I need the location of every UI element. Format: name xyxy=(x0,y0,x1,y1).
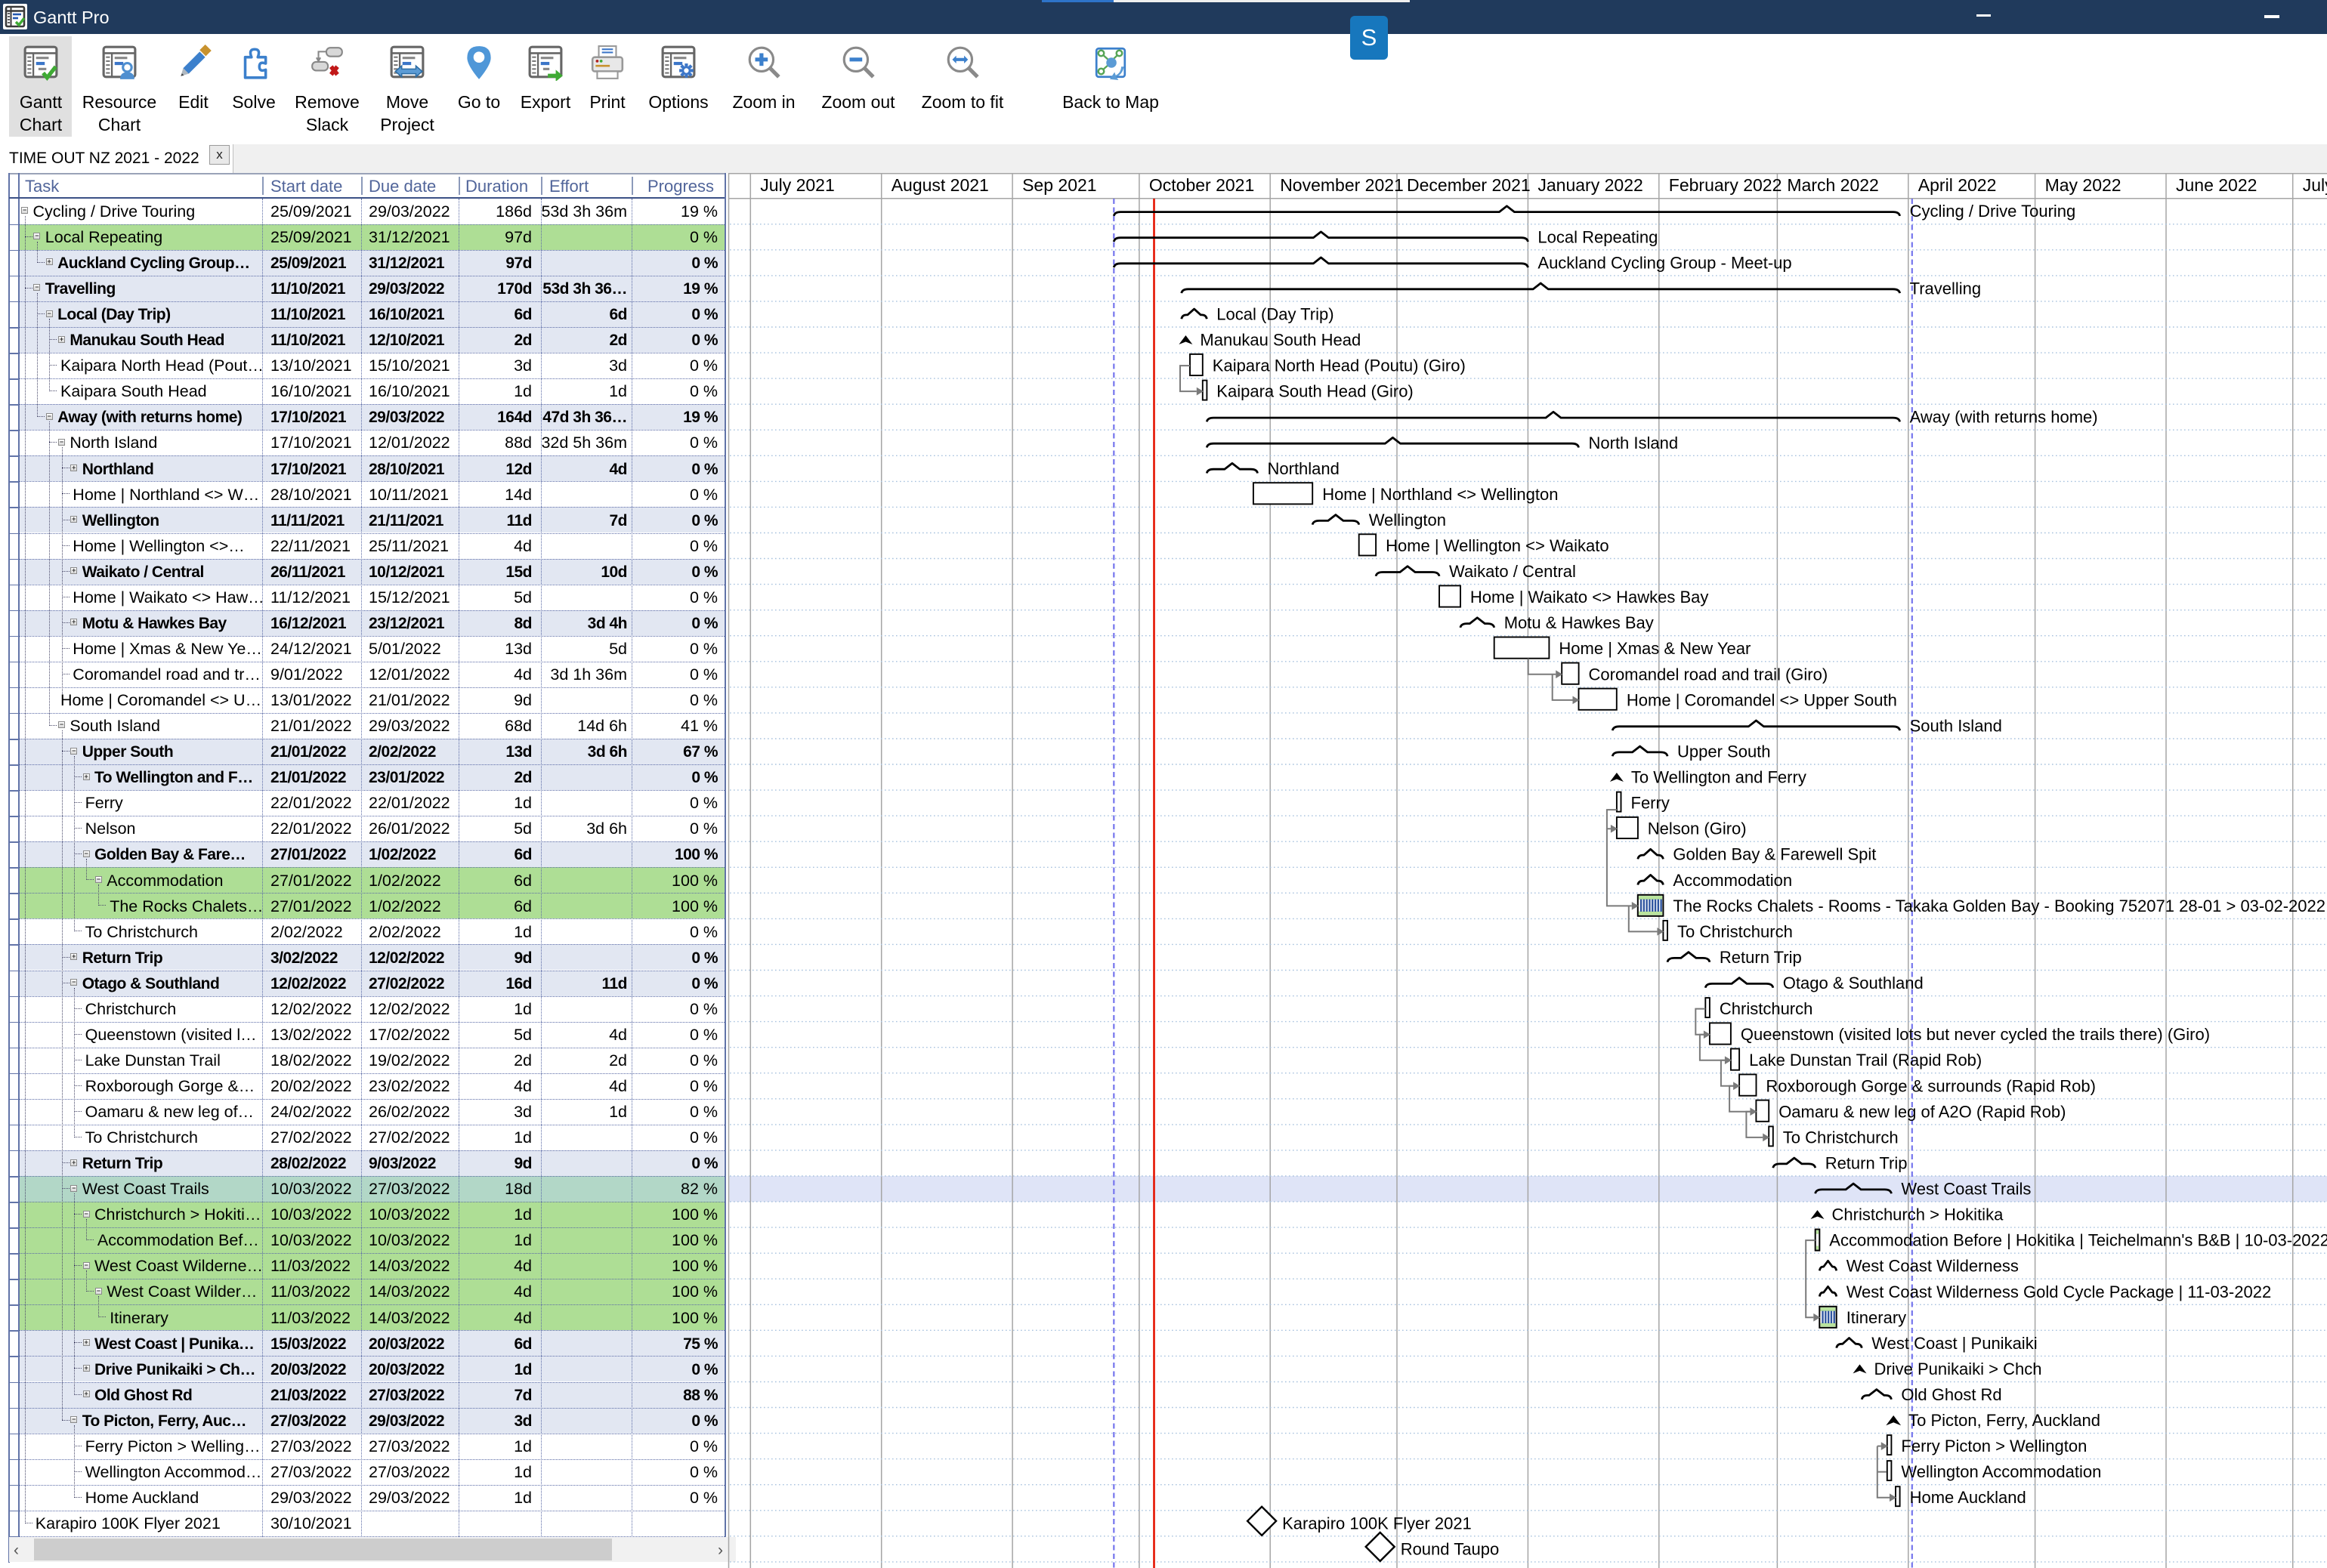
svg-text:Otago & Southland: Otago & Southland xyxy=(1783,974,1924,992)
svg-text:October 2021: October 2021 xyxy=(1149,175,1254,195)
svg-text:Accommodation Before | Hokitik: Accommodation Before | Hokitika | Teiche… xyxy=(1829,1231,2327,1250)
svg-text:Travelling: Travelling xyxy=(1910,279,1982,298)
svg-text:Manukau South Head: Manukau South Head xyxy=(1200,331,1361,350)
svg-text:Home | Northland <> Wellington: Home | Northland <> Wellington xyxy=(1322,485,1558,504)
svg-text:Home | Coromandel <> Upper Sou: Home | Coromandel <> Upper South xyxy=(1627,690,1897,709)
svg-text:Karapiro 100K Flyer 2021: Karapiro 100K Flyer 2021 xyxy=(1282,1514,1472,1533)
svg-text:Christchurch: Christchurch xyxy=(1720,999,1812,1018)
svg-text:West Coast Trails: West Coast Trails xyxy=(1901,1180,2031,1199)
svg-text:To Wellington and Ferry: To Wellington and Ferry xyxy=(1631,768,1806,787)
svg-text:August 2021: August 2021 xyxy=(892,175,989,195)
svg-text:West Coast Wilderness: West Coast Wilderness xyxy=(1846,1257,2019,1276)
svg-text:Ferry: Ferry xyxy=(1631,794,1670,813)
svg-text:Wellington: Wellington xyxy=(1369,511,1446,529)
svg-text:To Picton, Ferry, Auckland: To Picton, Ferry, Auckland xyxy=(1908,1411,2100,1430)
svg-text:Upper South: Upper South xyxy=(1677,742,1771,761)
svg-text:Christchurch > Hokitika: Christchurch > Hokitika xyxy=(1832,1205,2004,1224)
svg-text:July: July xyxy=(2303,175,2327,195)
svg-text:Roxborough Gorge & surrounds (: Roxborough Gorge & surrounds (Rapid Rob) xyxy=(1766,1076,2096,1095)
svg-text:Wellington Accommodation: Wellington Accommodation xyxy=(1901,1462,2101,1481)
svg-text:Round Taupo: Round Taupo xyxy=(1401,1539,1500,1558)
svg-text:Queenstown (visited lots but n: Queenstown (visited lots but never cycle… xyxy=(1741,1025,2210,1044)
svg-text:Home | Waikato <> Hawkes Bay: Home | Waikato <> Hawkes Bay xyxy=(1470,588,1708,607)
svg-text:Return Trip: Return Trip xyxy=(1720,948,1802,967)
svg-text:July 2021: July 2021 xyxy=(760,175,834,195)
svg-text:Coromandel road and trail (Gir: Coromandel road and trail (Giro) xyxy=(1589,665,1828,684)
svg-text:Return Trip: Return Trip xyxy=(1825,1154,1908,1173)
svg-text:Home Auckland: Home Auckland xyxy=(1910,1488,2026,1507)
svg-text:Ferry Picton > Wellington: Ferry Picton > Wellington xyxy=(1901,1437,2087,1455)
svg-text:Old Ghost Rd: Old Ghost Rd xyxy=(1901,1385,2001,1404)
svg-text:Lake Dunstan Trail (Rapid Rob): Lake Dunstan Trail (Rapid Rob) xyxy=(1749,1051,1982,1070)
svg-text:West Coast Wilderness Gold Cyc: West Coast Wilderness Gold Cycle Package… xyxy=(1846,1282,2272,1301)
svg-text:January 2022: January 2022 xyxy=(1537,175,1642,195)
svg-text:Northland: Northland xyxy=(1268,459,1340,478)
svg-text:February 2022: February 2022 xyxy=(1669,175,1782,195)
svg-text:Home | Wellington <> Waikato: Home | Wellington <> Waikato xyxy=(1386,536,1609,555)
svg-text:Sep 2021: Sep 2021 xyxy=(1022,175,1096,195)
svg-text:North Island: North Island xyxy=(1589,434,1679,452)
svg-text:Home | Xmas & New Year: Home | Xmas & New Year xyxy=(1559,639,1751,658)
svg-text:Waikato / Central: Waikato / Central xyxy=(1449,562,1576,581)
svg-text:Nelson (Giro): Nelson (Giro) xyxy=(1648,819,1747,838)
svg-text:Cycling / Drive Touring: Cycling / Drive Touring xyxy=(1910,202,2076,221)
svg-text:Kaipara North Head (Poutu) (Gi: Kaipara North Head (Poutu) (Giro) xyxy=(1213,357,1466,375)
svg-text:Itinerary: Itinerary xyxy=(1846,1308,1906,1327)
svg-text:June 2022: June 2022 xyxy=(2176,175,2257,195)
svg-text:West Coast | Punikaiki: West Coast | Punikaiki xyxy=(1871,1334,2037,1353)
svg-text:Kaipara South Head (Giro): Kaipara South Head (Giro) xyxy=(1216,382,1413,401)
svg-text:December 2021: December 2021 xyxy=(1407,175,1531,195)
svg-text:Away (with returns home): Away (with returns home) xyxy=(1910,408,2098,427)
svg-text:Oamaru & new leg of A2O (Rapid: Oamaru & new leg of A2O (Rapid Rob) xyxy=(1778,1102,2066,1121)
svg-text:The Rocks Chalets - Rooms - Ta: The Rocks Chalets - Rooms - Takaka Golde… xyxy=(1673,897,2325,915)
svg-text:November 2021: November 2021 xyxy=(1280,175,1404,195)
svg-text:Local (Day Trip): Local (Day Trip) xyxy=(1216,305,1333,324)
svg-text:March 2022: March 2022 xyxy=(1787,175,1878,195)
svg-text:To Christchurch: To Christchurch xyxy=(1783,1128,1899,1147)
svg-text:Local Repeating: Local Repeating xyxy=(1537,227,1658,246)
svg-text:April 2022: April 2022 xyxy=(1918,175,1997,195)
svg-text:May 2022: May 2022 xyxy=(2045,175,2121,195)
svg-text:Drive Punikaiki > Chch: Drive Punikaiki > Chch xyxy=(1874,1360,2042,1378)
svg-text:South Island: South Island xyxy=(1910,716,2002,735)
svg-text:To Christchurch: To Christchurch xyxy=(1677,922,1793,941)
svg-text:Golden Bay & Farewell Spit: Golden Bay & Farewell Spit xyxy=(1673,845,1876,864)
svg-text:Auckland Cycling Group - Meet-: Auckland Cycling Group - Meet-up xyxy=(1537,253,1791,272)
svg-text:Motu & Hawkes Bay: Motu & Hawkes Bay xyxy=(1504,613,1654,632)
svg-text:Accommodation: Accommodation xyxy=(1673,871,1792,890)
